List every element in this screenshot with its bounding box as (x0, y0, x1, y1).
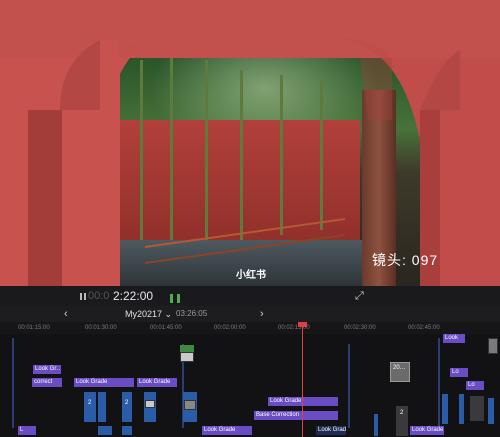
audio-meter-right (177, 294, 180, 303)
clip-number: 2 (88, 400, 92, 406)
clip-look-grade[interactable]: Look Grade (410, 426, 444, 435)
ruler-tick: 00:02:00:00 (214, 325, 246, 331)
clip-block[interactable] (470, 396, 484, 421)
project-duration: 03:26:05 (176, 309, 208, 318)
clip-thumbnail[interactable] (488, 338, 498, 354)
clip-label-20: 20… (393, 365, 406, 371)
ruler-tick: 00:02:45:00 (408, 325, 440, 331)
clip-look-grade[interactable]: Look Grade (268, 397, 338, 406)
clip-l[interactable]: L (18, 426, 36, 435)
timeline-header: ‹ My20217 ⌄ 03:26:05 › (0, 306, 500, 322)
video-viewer[interactable]: 小红书 镜头: 097 (0, 0, 500, 286)
clip-base-correction[interactable]: Base Correction (254, 411, 338, 420)
clip-look-gr[interactable]: Look Gr… (33, 365, 61, 374)
clip-block[interactable] (374, 414, 378, 436)
storyline-bar (348, 344, 350, 428)
clip-block[interactable] (98, 392, 106, 422)
clip-look-top[interactable]: Look (443, 334, 465, 343)
back-arrow-icon[interactable]: ‹ (64, 308, 68, 320)
timecode-display[interactable]: 2:22:00 (113, 289, 153, 303)
clip-block[interactable] (122, 426, 132, 435)
project-name[interactable]: My20217 ⌄ (125, 309, 172, 320)
fullscreen-icon[interactable]: ⤢ (355, 290, 364, 303)
transport-bar: 00:0 2:22:00 ⤢ (0, 286, 500, 306)
ruler-tick: 00:01:15:00 (18, 325, 50, 331)
timeline-tracks[interactable]: Look Look Gr… Lo 20… correct Look Grade … (0, 334, 500, 437)
clip-look-grade[interactable]: Look Grade (202, 426, 252, 435)
pause-icon[interactable] (80, 293, 86, 300)
timecode-prefix: 00:0 (88, 290, 110, 302)
storyline-bar (438, 338, 440, 428)
clip-lo[interactable]: Lo (466, 381, 484, 390)
watermark: 小红书 (236, 270, 266, 281)
clip-thumbnail[interactable] (184, 400, 196, 410)
ruler-tick: 00:01:45:00 (150, 325, 182, 331)
audio-meter-left (170, 294, 173, 303)
storyline-bar (12, 338, 14, 428)
clip-thumbnail[interactable] (145, 400, 155, 408)
clip-number: 2 (400, 410, 404, 416)
clip-thumbnail[interactable] (180, 352, 194, 362)
playhead-handle[interactable] (298, 322, 307, 327)
clip-look-grade[interactable]: Look Grade (316, 426, 346, 435)
clip-correct[interactable]: correct (32, 378, 62, 387)
arch-curves (60, 38, 460, 140)
shot-number-overlay: 镜头: 097 (372, 252, 439, 268)
forward-arrow-icon[interactable]: › (260, 308, 264, 320)
clip-look-grade[interactable]: Look Grade (137, 378, 177, 387)
clip-block[interactable] (442, 394, 448, 424)
clip-block[interactable] (459, 394, 464, 424)
ruler-tick: 00:02:30:00 (344, 325, 376, 331)
clip-look-grade[interactable]: Look Grade (74, 378, 134, 387)
clip-number: 2 (125, 400, 129, 406)
clip-block[interactable] (488, 398, 494, 424)
timeline-ruler[interactable]: 00:01:15:00 00:01:30:00 00:01:45:00 00:0… (0, 322, 500, 334)
ruler-tick: 00:01:30:00 (85, 325, 117, 331)
clip-thumb-green[interactable] (180, 345, 194, 352)
clip-lo[interactable]: Lo (450, 368, 468, 377)
playhead[interactable] (302, 322, 303, 437)
clip-block[interactable] (98, 426, 112, 435)
